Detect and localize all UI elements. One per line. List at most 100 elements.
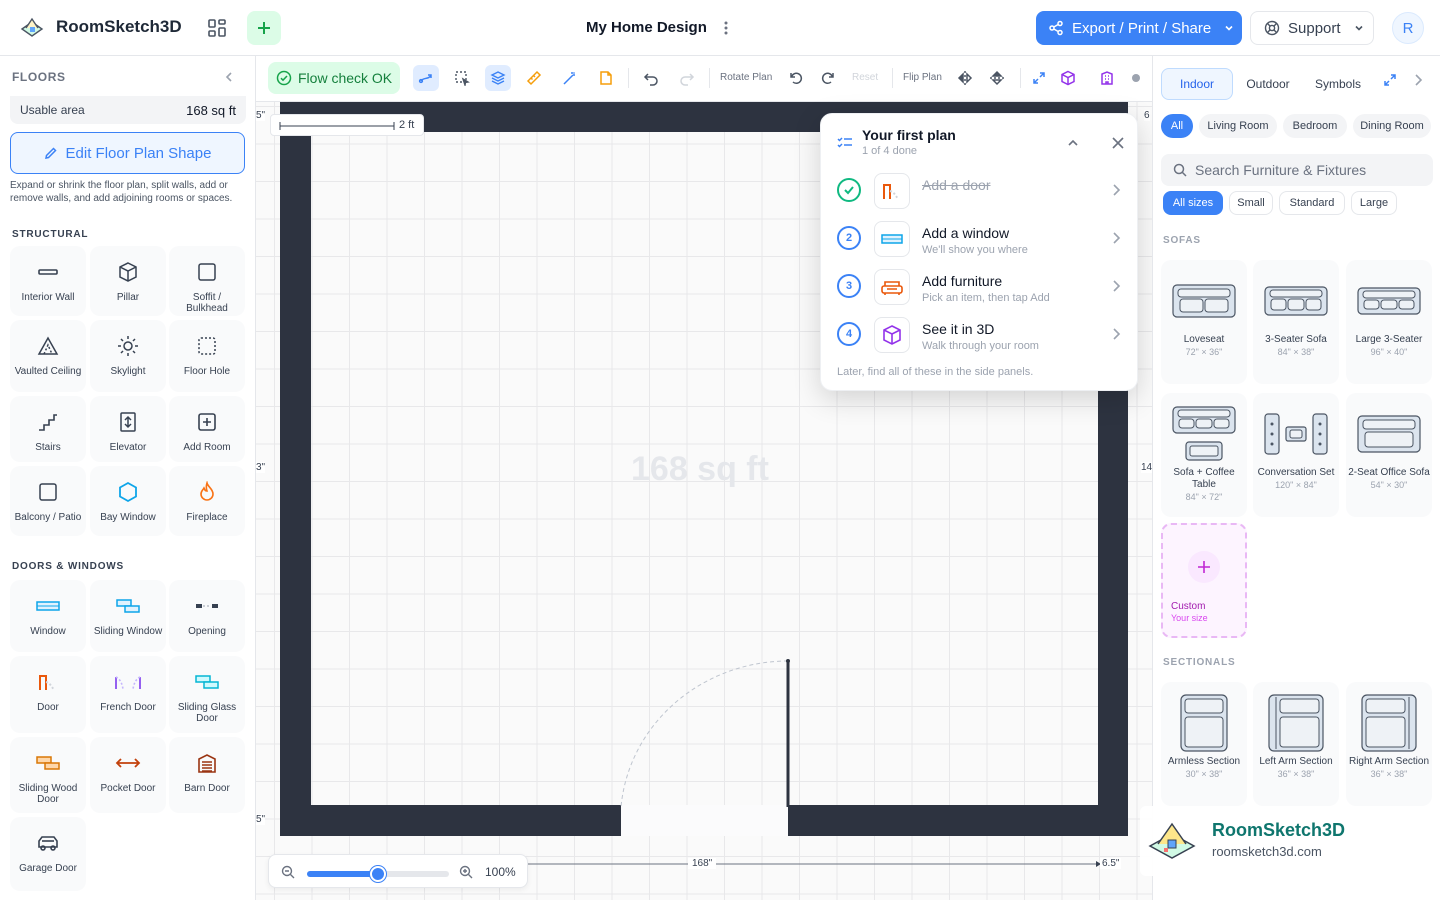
tool-tile-sliding-wood-door[interactable]: Sliding Wood Door: [10, 737, 86, 813]
reset-button[interactable]: Reset: [852, 72, 878, 83]
size-chip-all[interactable]: All sizes: [1163, 191, 1223, 215]
tool-tile-door[interactable]: Door: [10, 656, 86, 733]
tool-tile-garage-door[interactable]: Garage Door: [10, 817, 86, 891]
tool-tile-window[interactable]: Window: [10, 580, 86, 652]
support-button[interactable]: Support: [1250, 11, 1374, 45]
checklist-step-add-furniture[interactable]: 3 Add furniture Pick an item, then tap A…: [821, 264, 1139, 308]
usable-area-label: Usable area: [20, 103, 85, 117]
flow-tool-button[interactable]: [413, 65, 439, 91]
rotate-left-button[interactable]: [783, 65, 809, 91]
category-chip-bedroom[interactable]: Bedroom: [1283, 114, 1347, 138]
furniture-card[interactable]: Right Arm Section 36" × 38": [1346, 682, 1432, 806]
usable-area-row: Usable area 168 sq ft: [10, 96, 246, 124]
edit-floor-plan-shape-button[interactable]: Edit Floor Plan Shape: [10, 132, 245, 174]
cube-icon: [1061, 70, 1075, 86]
zoom-in-icon[interactable]: [459, 865, 473, 879]
notes-tool-button[interactable]: [593, 65, 619, 91]
furniture-name: Large 3-Seater: [1355, 334, 1423, 345]
measure-tool-button[interactable]: [521, 65, 547, 91]
category-chip-dining-room[interactable]: Dining Room: [1353, 114, 1431, 138]
select-tool-button[interactable]: [449, 65, 475, 91]
furniture-name: Armless Section: [1167, 756, 1241, 767]
furniture-card[interactable]: 2-Seat Office Sofa 54" × 30": [1346, 393, 1432, 517]
brand[interactable]: RoomSketch3D: [18, 13, 182, 41]
tool-tile-barn-door[interactable]: Barn Door: [169, 737, 245, 813]
furniture-card[interactable]: Left Arm Section 36" × 38": [1253, 682, 1339, 806]
wall-left[interactable]: [280, 102, 311, 835]
tool-tile-soffit[interactable]: Soffit / Bulkhead: [169, 246, 245, 316]
zoom-out-icon[interactable]: [281, 865, 295, 879]
tab-outdoor[interactable]: Outdoor: [1237, 68, 1299, 100]
collapse-panel-icon[interactable]: [222, 70, 236, 84]
tool-tile-pillar[interactable]: Pillar: [90, 246, 166, 316]
checklist-step-see-3d[interactable]: 4 See it in 3D Walk through your room: [821, 312, 1139, 356]
checklist-step-add-window[interactable]: 2 Add a window We'll show you where: [821, 216, 1139, 260]
size-chip-large[interactable]: Large: [1351, 191, 1397, 215]
flow-check-badge[interactable]: Flow check OK: [268, 62, 400, 94]
tool-tile-skylight[interactable]: Skylight: [90, 320, 166, 392]
step-title: See it in 3D: [922, 321, 995, 337]
fit-view-button[interactable]: [1026, 65, 1052, 91]
tool-tile-vaulted-ceiling[interactable]: Vaulted Ceiling: [10, 320, 86, 392]
category-chip-living-room[interactable]: Living Room: [1199, 114, 1277, 138]
tool-tile-bay-window[interactable]: Bay Window: [90, 466, 166, 536]
expand-panel-icon[interactable]: [1383, 73, 1397, 87]
export-button[interactable]: Export / Print / Share: [1036, 11, 1242, 45]
tool-tile-french-door[interactable]: French Door: [90, 656, 166, 733]
furniture-card[interactable]: Armless Section 30" × 38": [1161, 682, 1247, 806]
tab-symbols[interactable]: Symbols: [1303, 68, 1373, 100]
tool-tile-fireplace[interactable]: Fireplace: [169, 466, 245, 536]
zoom-slider-handle[interactable]: [370, 866, 386, 882]
custom-size-card[interactable]: Custom Your size: [1161, 523, 1247, 638]
category-chip-all[interactable]: All: [1161, 114, 1193, 138]
chevron-right-icon[interactable]: [1413, 73, 1423, 87]
furniture-size: 72" × 36": [1185, 347, 1223, 357]
door-swing[interactable]: [616, 657, 796, 812]
layers-tool-button[interactable]: [485, 65, 511, 91]
door-icon: [32, 666, 64, 698]
wall-bottom-right[interactable]: [788, 805, 1128, 836]
tab-indoor[interactable]: Indoor: [1161, 68, 1233, 100]
door-thumbnail-icon: [874, 173, 910, 209]
size-chip-standard[interactable]: Standard: [1279, 191, 1345, 215]
new-plan-button[interactable]: [247, 11, 281, 45]
collapse-checklist-icon[interactable]: [1067, 137, 1079, 149]
checklist-step-add-door[interactable]: Add a door: [821, 168, 1139, 212]
furniture-card[interactable]: Conversation Set 120" × 84": [1253, 393, 1339, 517]
view-3d-button[interactable]: [1055, 65, 1081, 91]
tool-tile-elevator[interactable]: Elevator: [90, 396, 166, 462]
furniture-card[interactable]: Sofa + Coffee Table 84" × 72": [1161, 393, 1247, 517]
wall-bottom-left[interactable]: [280, 805, 621, 836]
document-title[interactable]: My Home Design: [586, 19, 707, 36]
furniture-card[interactable]: Large 3-Seater 96" × 40": [1346, 260, 1432, 384]
tool-tile-interior-wall[interactable]: Interior Wall: [10, 246, 86, 316]
tool-tile-balcony[interactable]: Balcony / Patio: [10, 466, 86, 536]
building-button[interactable]: [1094, 65, 1120, 91]
tool-tile-add-room[interactable]: Add Room: [169, 396, 245, 462]
furniture-card[interactable]: Loveseat 72" × 36": [1161, 260, 1247, 384]
tool-tile-floor-hole[interactable]: Floor Hole: [169, 320, 245, 392]
bottom-dimension-line: [526, 861, 1101, 867]
zoom-slider[interactable]: [307, 866, 449, 882]
tool-tile-opening[interactable]: Opening: [169, 580, 245, 652]
close-checklist-icon[interactable]: [1111, 136, 1125, 150]
tool-tile-sliding-glass-door[interactable]: Sliding Glass Door: [169, 656, 245, 733]
tool-tile-sliding-window[interactable]: Sliding Window: [90, 580, 166, 652]
furniture-card[interactable]: 3-Seater Sofa 84" × 38": [1253, 260, 1339, 384]
sliding-glass-door-icon: [191, 666, 223, 698]
undo-icon: [643, 73, 658, 86]
magic-tool-button[interactable]: [557, 65, 583, 91]
more-options-icon[interactable]: [718, 18, 734, 38]
redo-button[interactable]: [674, 65, 700, 91]
dashboard-icon[interactable]: [200, 11, 234, 45]
undo-button[interactable]: [638, 65, 664, 91]
user-avatar[interactable]: R: [1392, 12, 1424, 44]
flip-vertical-button[interactable]: [984, 65, 1010, 91]
furniture-search-input[interactable]: Search Furniture & Fixtures: [1161, 154, 1433, 186]
tool-tile-pocket-door[interactable]: Pocket Door: [90, 737, 166, 813]
rotate-right-button[interactable]: [815, 65, 841, 91]
flip-horizontal-button[interactable]: [952, 65, 978, 91]
tool-tile-stairs[interactable]: Stairs: [10, 396, 86, 462]
size-chip-small[interactable]: Small: [1229, 191, 1273, 215]
step-title: Add furniture: [922, 273, 1003, 289]
